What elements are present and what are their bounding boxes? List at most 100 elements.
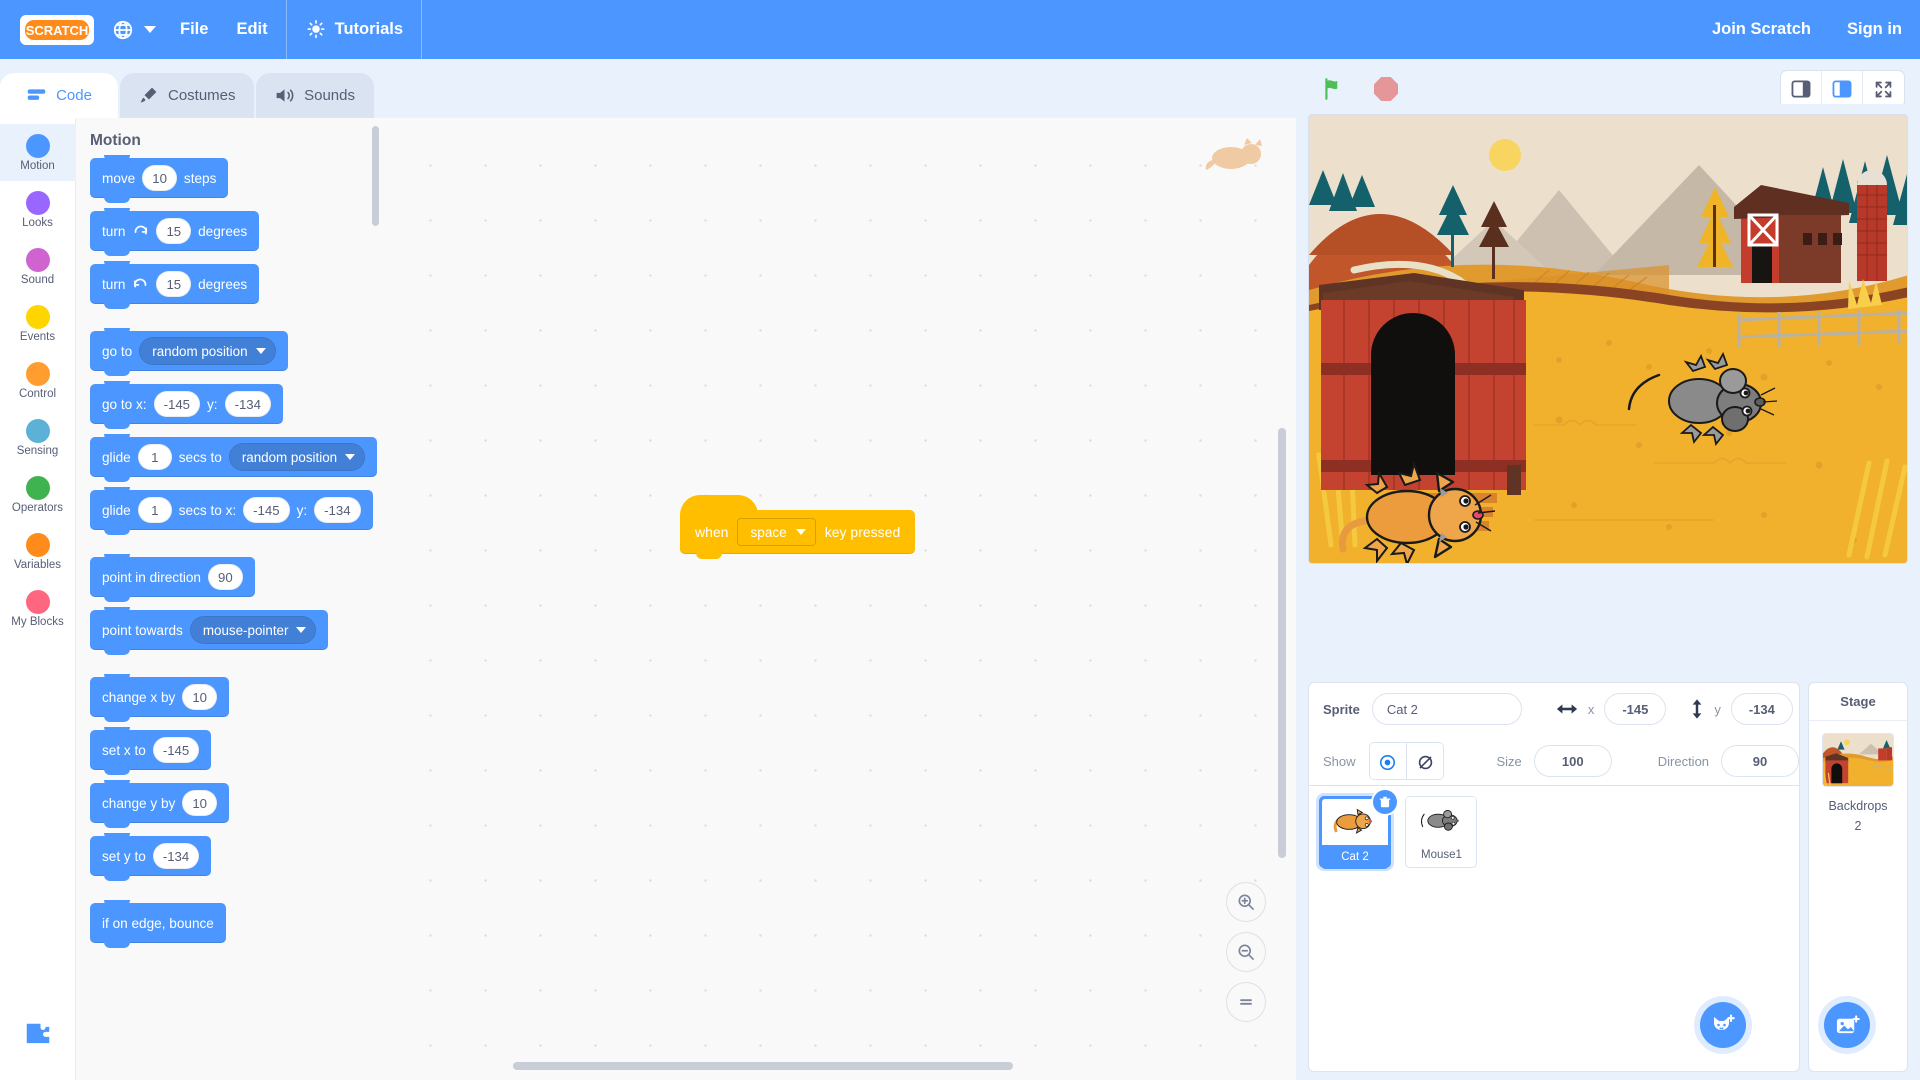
- category-sound[interactable]: Sound: [0, 238, 76, 295]
- zoom-in-button[interactable]: [1226, 882, 1266, 922]
- horizontal-arrows-icon: [1556, 701, 1578, 717]
- key-dropdown-value: space: [750, 524, 787, 540]
- sprite-direction-input[interactable]: 90: [1721, 745, 1799, 777]
- workspace-vertical-scrollbar[interactable]: [1278, 428, 1286, 858]
- fullscreen-icon: [1875, 81, 1892, 97]
- block-change-x-by[interactable]: change x by 10: [90, 674, 229, 722]
- stop-button[interactable]: [1372, 75, 1400, 103]
- paintbrush-icon: [138, 85, 159, 106]
- menu-tutorials[interactable]: Tutorials: [291, 0, 417, 59]
- block-point-in-direction[interactable]: point in direction 90: [90, 554, 255, 602]
- block-label: degrees: [198, 276, 248, 292]
- secs-input[interactable]: 1: [137, 497, 172, 523]
- go-to-target-dropdown[interactable]: random position: [139, 337, 276, 365]
- tab-sounds[interactable]: Sounds: [255, 73, 374, 118]
- join-scratch-link[interactable]: Join Scratch: [1694, 0, 1829, 59]
- degrees-input[interactable]: 15: [156, 218, 192, 244]
- menu-edit[interactable]: Edit: [222, 0, 281, 59]
- sprite-thumbnail-mouse: [1406, 797, 1477, 843]
- block-turn-right[interactable]: turn 15 degrees: [90, 208, 260, 256]
- extension-icon: [26, 1023, 49, 1044]
- code-workspace[interactable]: when space key pressed: [383, 118, 1296, 1080]
- sprite-name-input[interactable]: Cat 2: [1371, 693, 1522, 725]
- menu-file[interactable]: File: [166, 0, 222, 59]
- block-label: point in direction: [102, 569, 201, 585]
- sprite-tile-label: Mouse1: [1420, 849, 1462, 861]
- category-control[interactable]: Control: [0, 352, 76, 409]
- chevron-down-icon: [255, 348, 266, 354]
- point-towards-dropdown[interactable]: mouse-pointer: [189, 616, 317, 644]
- green-flag-button[interactable]: [1320, 75, 1348, 103]
- y-input[interactable]: -134: [224, 391, 271, 417]
- speaker-icon: [274, 85, 295, 106]
- category-motion[interactable]: Motion: [0, 124, 76, 181]
- block-go-to-xy[interactable]: go to x: -145 y: -134: [90, 381, 283, 429]
- x-input[interactable]: -145: [243, 497, 290, 523]
- show-hidden-button[interactable]: [1406, 743, 1444, 779]
- block-go-to[interactable]: go to random position: [90, 328, 288, 376]
- sprite-size-input[interactable]: 100: [1533, 745, 1612, 777]
- block-turn-left[interactable]: turn 15 degrees: [90, 261, 260, 309]
- tab-code[interactable]: Code: [0, 73, 118, 118]
- block-set-y-to[interactable]: set y to -134: [90, 833, 212, 881]
- category-variables[interactable]: Variables: [0, 523, 76, 580]
- category-events[interactable]: Events: [0, 295, 76, 352]
- large-stage-button[interactable]: [1822, 71, 1863, 107]
- category-operators[interactable]: Operators: [0, 466, 76, 523]
- category-looks[interactable]: Looks: [0, 181, 76, 238]
- stage-canvas[interactable]: [1308, 114, 1908, 564]
- sprite-tile-cat-2[interactable]: Cat 2: [1319, 790, 1397, 869]
- zoom-reset-button[interactable]: [1226, 982, 1266, 1022]
- degrees-input[interactable]: 15: [156, 271, 192, 297]
- key-dropdown[interactable]: space: [737, 518, 816, 546]
- add-backdrop-button[interactable]: [1824, 1002, 1870, 1048]
- language-menu[interactable]: [94, 0, 166, 59]
- show-visible-button[interactable]: [1369, 743, 1407, 779]
- y-label: y: [1714, 701, 1721, 717]
- block-if-on-edge-bounce[interactable]: if on edge, bounce: [90, 900, 226, 948]
- turn-clockwise-icon: [132, 223, 149, 240]
- sprite-tile-mouse1[interactable]: Mouse1: [1405, 796, 1478, 868]
- scratch-logo[interactable]: SCRATCH: [20, 14, 94, 45]
- sprite-label: Sprite: [1323, 701, 1360, 717]
- script-when-key-pressed[interactable]: when space key pressed: [680, 495, 916, 559]
- add-sprite-button[interactable]: [1700, 1002, 1746, 1048]
- workspace-horizontal-scrollbar[interactable]: [513, 1062, 1013, 1070]
- x-input[interactable]: -145: [153, 391, 200, 417]
- small-stage-button[interactable]: [1781, 71, 1822, 107]
- stage-controls: [1320, 75, 1400, 103]
- sprite-x-input[interactable]: -145: [1604, 693, 1667, 725]
- dropdown-value: random position: [241, 449, 338, 465]
- palette-scrollbar[interactable]: [372, 126, 379, 226]
- block-palette[interactable]: Motion move 10 steps turn 15 degrees tur…: [76, 118, 383, 1080]
- backdrop-thumbnail[interactable]: [1822, 733, 1894, 787]
- add-extension-button[interactable]: [15, 1012, 61, 1058]
- set-y-input[interactable]: -134: [152, 843, 200, 869]
- sprite-y-input[interactable]: -134: [1730, 693, 1793, 725]
- scratch-logo-icon: SCRATCH: [25, 19, 89, 40]
- block-point-towards[interactable]: point towards mouse-pointer: [90, 607, 329, 655]
- category-sensing[interactable]: Sensing: [0, 409, 76, 466]
- steps-input[interactable]: 10: [142, 165, 177, 191]
- looks-color-dot: [25, 190, 50, 215]
- x-label: x: [1587, 701, 1595, 717]
- block-change-y-by[interactable]: change y by 10: [90, 780, 229, 828]
- zoom-out-button[interactable]: [1226, 932, 1266, 972]
- block-move-steps[interactable]: move 10 steps: [90, 155, 229, 203]
- category-operators-label: Operators: [11, 501, 64, 514]
- tab-costumes[interactable]: Costumes: [120, 73, 254, 118]
- direction-input[interactable]: 90: [208, 564, 243, 590]
- set-x-input[interactable]: -145: [152, 737, 200, 763]
- delete-sprite-button[interactable]: [1373, 790, 1397, 814]
- block-set-x-to[interactable]: set x to -145: [90, 727, 212, 775]
- sign-in-link[interactable]: Sign in: [1829, 0, 1920, 59]
- change-y-input[interactable]: 10: [182, 790, 217, 816]
- secs-input[interactable]: 1: [137, 444, 172, 470]
- change-x-input[interactable]: 10: [182, 684, 217, 710]
- block-glide-to[interactable]: glide 1 secs to random position: [90, 434, 378, 482]
- block-glide-to-xy[interactable]: glide 1 secs to x: -145 y: -134: [90, 487, 373, 535]
- fullscreen-button[interactable]: [1863, 71, 1904, 107]
- glide-target-dropdown[interactable]: random position: [228, 443, 366, 471]
- category-my-blocks[interactable]: My Blocks: [0, 580, 76, 637]
- y-input[interactable]: -134: [314, 497, 361, 523]
